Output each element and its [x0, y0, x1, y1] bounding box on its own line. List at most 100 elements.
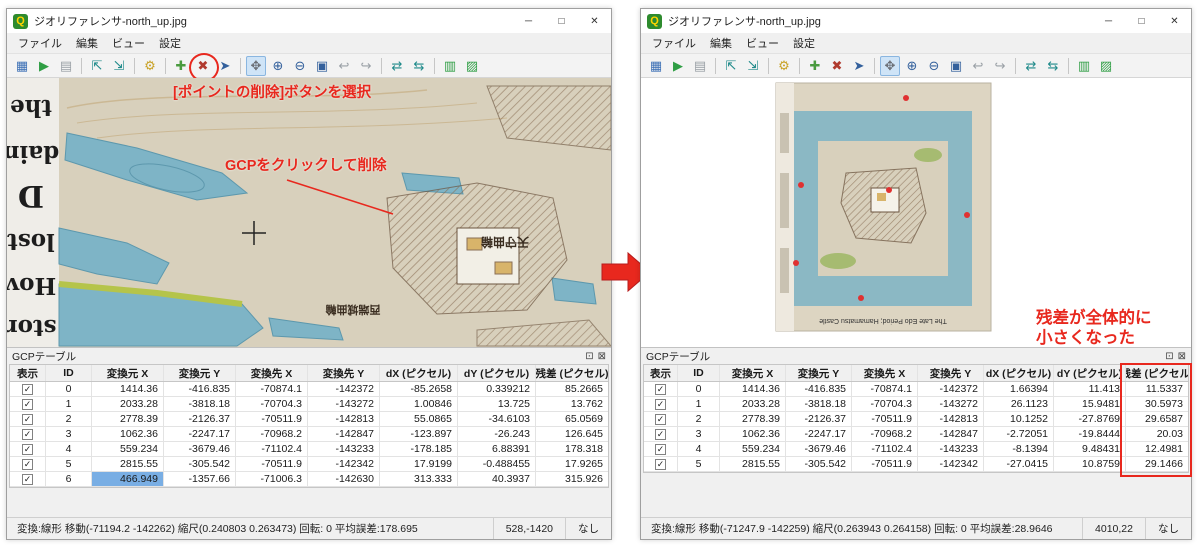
- open-raster-icon[interactable]: ▦: [646, 56, 666, 76]
- generate-script-icon[interactable]: ▤: [56, 56, 76, 76]
- pan-icon[interactable]: ✥: [246, 55, 266, 76]
- map-canvas[interactable]: the dain D lost Hov stor 天守曲輪 西端城曲輪 [ポイン…: [7, 78, 611, 347]
- column-header[interactable]: dY (ピクセル): [458, 365, 536, 381]
- gcp-cell[interactable]: -2126.37: [164, 412, 236, 426]
- checkbox-checked-icon[interactable]: ✓: [655, 443, 666, 455]
- gcp-cell[interactable]: 2815.55: [720, 457, 786, 471]
- checkbox-checked-icon[interactable]: ✓: [655, 398, 666, 410]
- gcp-cell[interactable]: -0.488455: [458, 457, 536, 471]
- menu-edit[interactable]: 編集: [69, 33, 105, 53]
- visibility-cell[interactable]: ✓: [644, 457, 678, 471]
- link-qgis-to-georeferencer-icon[interactable]: ⇆: [1043, 56, 1063, 76]
- add-point-icon[interactable]: ✚: [805, 56, 825, 76]
- gcp-cell[interactable]: -1357.66: [164, 472, 236, 486]
- save-gcp-points-icon[interactable]: ⇲: [743, 56, 763, 76]
- transformation-settings-icon[interactable]: ⚙: [774, 56, 794, 76]
- gcp-cell[interactable]: 5: [46, 457, 92, 471]
- gcp-cell[interactable]: 2778.39: [92, 412, 164, 426]
- start-georeferencing-icon[interactable]: ▶: [34, 56, 54, 76]
- gcp-cell[interactable]: -19.8444: [1054, 427, 1126, 441]
- gcp-cell[interactable]: -143233: [308, 442, 380, 456]
- gcp-cell[interactable]: -8.1394: [984, 442, 1054, 456]
- gcp-cell[interactable]: 15.9481: [1054, 397, 1126, 411]
- gcp-cell[interactable]: 559.234: [720, 442, 786, 456]
- gcp-cell[interactable]: 26.1123: [984, 397, 1054, 411]
- gcp-table-row[interactable]: ✓ 4 559.234 -3679.46 -71102.4 -143233 -178.185…: [10, 442, 608, 457]
- checkbox-checked-icon[interactable]: ✓: [22, 398, 33, 410]
- gcp-cell[interactable]: -71102.4: [236, 442, 308, 456]
- checkbox-checked-icon[interactable]: ✓: [655, 458, 666, 470]
- link-georeferencer-to-qgis-icon[interactable]: ⇄: [1021, 56, 1041, 76]
- gcp-cell[interactable]: -416.835: [786, 382, 852, 396]
- move-point-icon[interactable]: ➤: [215, 56, 235, 76]
- gcp-cell[interactable]: -142342: [308, 457, 380, 471]
- gcp-cell[interactable]: -27.0415: [984, 457, 1054, 471]
- gcp-cell[interactable]: 13.762: [536, 397, 608, 411]
- pan-icon[interactable]: ✥: [880, 55, 900, 76]
- menu-view[interactable]: ビュー: [739, 33, 786, 53]
- gcp-cell[interactable]: 65.0569: [536, 412, 608, 426]
- gcp-marker[interactable]: [903, 95, 909, 102]
- gcp-cell[interactable]: 3: [678, 427, 720, 441]
- gcp-cell[interactable]: -27.8769: [1054, 412, 1126, 426]
- gcp-cell[interactable]: -305.542: [786, 457, 852, 471]
- column-header[interactable]: 変換元 X: [92, 365, 164, 381]
- gcp-cell[interactable]: 17.9199: [380, 457, 458, 471]
- visibility-cell[interactable]: ✓: [10, 412, 46, 426]
- delete-point-icon[interactable]: ✖: [827, 56, 847, 76]
- gcp-table-row[interactable]: ✓ 0 1414.36 -416.835 -70874.1 -142372 -85.2658…: [10, 382, 608, 397]
- gcp-cell[interactable]: 2: [46, 412, 92, 426]
- gcp-marker[interactable]: [886, 187, 892, 194]
- column-header[interactable]: dY (ピクセル): [1054, 365, 1126, 381]
- transformation-settings-icon[interactable]: ⚙: [140, 56, 160, 76]
- gcp-cell[interactable]: -70704.3: [236, 397, 308, 411]
- checkbox-checked-icon[interactable]: ✓: [22, 428, 33, 440]
- gcp-cell[interactable]: 1.66394: [984, 382, 1054, 396]
- gcp-cell[interactable]: -70968.2: [852, 427, 918, 441]
- zoom-in-icon[interactable]: ⊕: [268, 56, 288, 76]
- column-header[interactable]: ID: [46, 365, 92, 381]
- gcp-table-row[interactable]: ✓ 3 1062.36 -2247.17 -70968.2 -142847 -123.897…: [10, 427, 608, 442]
- minimize-button[interactable]: ─: [1092, 9, 1125, 33]
- gcp-marker[interactable]: [964, 212, 970, 219]
- gcp-cell[interactable]: -70511.9: [852, 412, 918, 426]
- gcp-cell[interactable]: 13.725: [458, 397, 536, 411]
- gcp-cell[interactable]: 1: [678, 397, 720, 411]
- gcp-cell[interactable]: 30.5973: [1126, 397, 1188, 411]
- gcp-cell[interactable]: 1414.36: [92, 382, 164, 396]
- checkbox-checked-icon[interactable]: ✓: [22, 383, 33, 395]
- gcp-cell[interactable]: -34.6103: [458, 412, 536, 426]
- full-histogram-stretch-icon[interactable]: ▥: [440, 56, 460, 76]
- gcp-cell[interactable]: 20.03: [1126, 427, 1188, 441]
- gcp-cell[interactable]: -142813: [918, 412, 984, 426]
- zoom-to-layer-icon[interactable]: ▣: [946, 56, 966, 76]
- load-gcp-points-icon[interactable]: ⇱: [721, 56, 741, 76]
- gcp-cell[interactable]: -143272: [308, 397, 380, 411]
- gcp-cell[interactable]: -2247.17: [164, 427, 236, 441]
- checkbox-checked-icon[interactable]: ✓: [22, 413, 33, 425]
- delete-point-icon[interactable]: ✖: [189, 52, 219, 82]
- gcp-cell[interactable]: 0: [46, 382, 92, 396]
- gcp-table-row[interactable]: ✓ 2 2778.39 -2126.37 -70511.9 -142813 55.0865-…: [10, 412, 608, 427]
- column-header[interactable]: 変換元 X: [720, 365, 786, 381]
- close-panel-icon[interactable]: ⊠: [1178, 351, 1186, 362]
- visibility-cell[interactable]: ✓: [644, 427, 678, 441]
- gcp-cell[interactable]: -70874.1: [236, 382, 308, 396]
- gcp-cell[interactable]: 2033.28: [92, 397, 164, 411]
- gcp-cell[interactable]: -178.185: [380, 442, 458, 456]
- checkbox-checked-icon[interactable]: ✓: [655, 428, 666, 440]
- gcp-cell[interactable]: 466.949: [92, 472, 164, 486]
- gcp-cell[interactable]: 11.5337: [1126, 382, 1188, 396]
- visibility-cell[interactable]: ✓: [10, 427, 46, 441]
- gcp-cell[interactable]: -70511.9: [236, 457, 308, 471]
- gcp-cell[interactable]: -143233: [918, 442, 984, 456]
- column-header[interactable]: 残差 (ピクセル): [1126, 365, 1188, 381]
- gcp-table-row[interactable]: ✓ 5 2815.55 -305.542 -70511.9 -142342 17.9199-…: [10, 457, 608, 472]
- gcp-cell[interactable]: 29.1466: [1126, 457, 1188, 471]
- gcp-marker[interactable]: [858, 295, 864, 302]
- column-header[interactable]: 変換先 Y: [308, 365, 380, 381]
- gcp-cell[interactable]: 12.4981: [1126, 442, 1188, 456]
- gcp-table-row[interactable]: ✓ 3 1062.36 -2247.17 -70968.2 -142847 -2.72051…: [644, 427, 1188, 442]
- gcp-cell[interactable]: -142630: [308, 472, 380, 486]
- gcp-cell[interactable]: 313.333: [380, 472, 458, 486]
